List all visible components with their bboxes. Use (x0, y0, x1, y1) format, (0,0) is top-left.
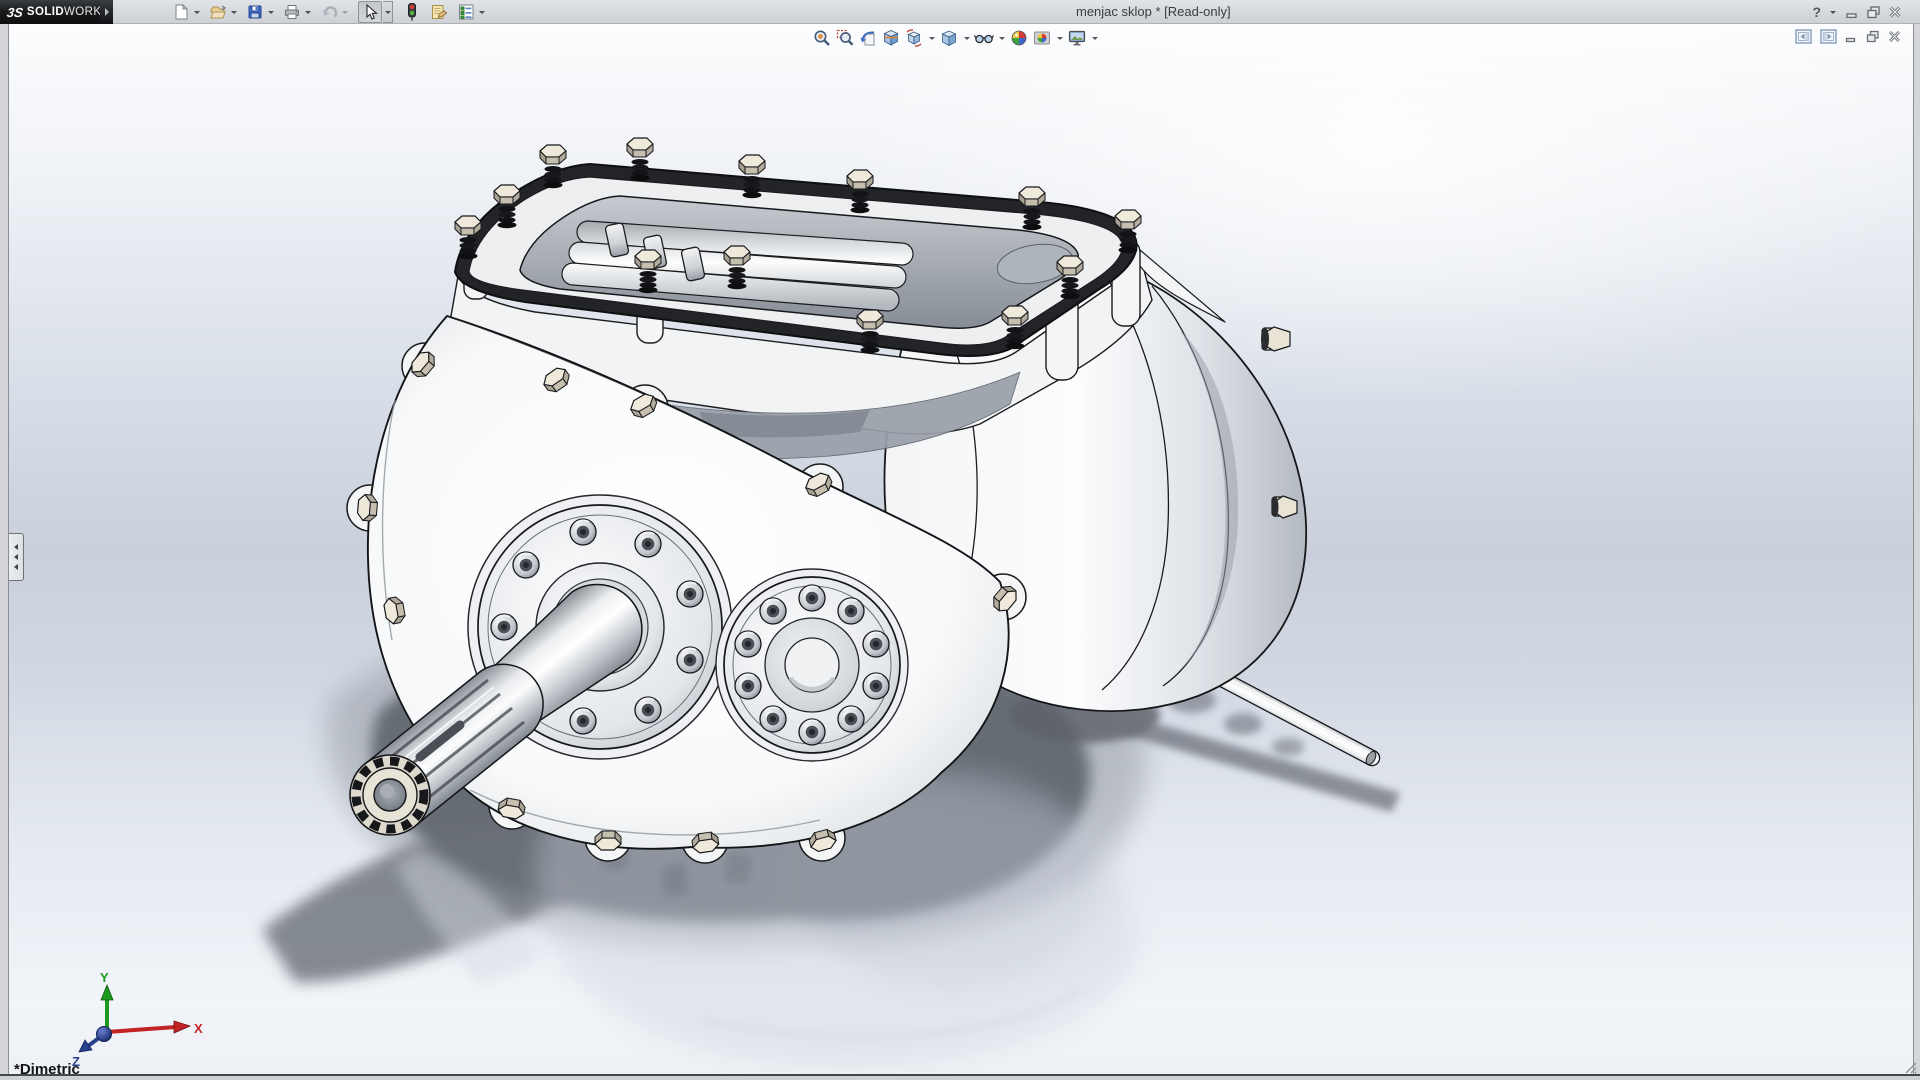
previous-view-button[interactable] (858, 28, 878, 48)
select-cursor-icon (363, 4, 378, 20)
apply-scene-icon (1033, 29, 1051, 47)
resize-grip[interactable] (1904, 1061, 1918, 1075)
document-window-controls (1795, 29, 1901, 44)
close-document-button[interactable] (1888, 30, 1901, 43)
save-button[interactable] (245, 2, 265, 22)
eyeglasses-icon (974, 29, 994, 47)
display-style-button[interactable] (939, 28, 959, 48)
select-tool-group (357, 1, 399, 23)
print-dropdown[interactable] (303, 2, 313, 22)
drain-plug (1261, 327, 1290, 351)
zoom-to-fit-button[interactable] (812, 28, 832, 48)
restore-document-button[interactable] (1866, 30, 1880, 43)
view-settings-icon (1068, 29, 1086, 47)
minimize-document-button[interactable] (1845, 30, 1858, 43)
level-plug (1272, 496, 1298, 518)
view-cube-icon (905, 29, 923, 47)
display-style-dropdown[interactable] (962, 29, 971, 47)
section-view-icon (882, 29, 900, 47)
view-orientation-button[interactable] (904, 28, 924, 48)
zoom-area-icon (836, 29, 854, 47)
save-floppy-icon (247, 4, 263, 20)
restore-button[interactable] (1866, 5, 1881, 19)
hide-show-items-button[interactable] (974, 28, 994, 48)
logo-3s-glyph: 3S (6, 5, 24, 20)
view-orientation-dropdown[interactable] (927, 29, 936, 47)
model-canvas[interactable]: Y X Z (9, 24, 1915, 1074)
printer-icon (284, 4, 300, 20)
options-checklist-icon (458, 4, 475, 20)
close-button[interactable] (1888, 5, 1902, 19)
solidworks-logo: 3S SOLIDWORKS (0, 0, 100, 24)
open-dropdown[interactable] (229, 2, 239, 22)
file-properties-button[interactable] (429, 2, 449, 22)
select-tool-button[interactable] (358, 1, 382, 23)
graphics-viewport[interactable]: Y X Z *Dimetric (8, 24, 1914, 1074)
help-button[interactable]: ? (1812, 4, 1821, 20)
toggle-right-pane-button[interactable] (1820, 29, 1837, 44)
help-dropdown[interactable] (1828, 2, 1838, 22)
undo-arrow-icon (321, 4, 338, 20)
file-properties-icon (431, 4, 448, 20)
zoom-to-area-button[interactable] (835, 28, 855, 48)
options-button[interactable] (456, 2, 476, 22)
apply-scene-button[interactable] (1032, 28, 1052, 48)
heads-up-view-toolbar (812, 28, 1099, 48)
chevron-left-icon (14, 554, 18, 560)
chevron-left-icon (14, 544, 18, 550)
options-dropdown[interactable] (477, 2, 487, 22)
window-title: menjac sklop * [Read-only] (1076, 0, 1231, 24)
undo-button[interactable] (319, 2, 339, 22)
edit-appearance-button[interactable] (1009, 28, 1029, 48)
new-document-dropdown[interactable] (192, 2, 202, 22)
minimize-button[interactable] (1845, 5, 1859, 19)
display-style-cube-icon (940, 29, 958, 47)
output-bearing-cover (716, 569, 908, 761)
reference-triad: Y X Z (72, 970, 203, 1069)
select-tool-dropdown[interactable] (383, 1, 393, 23)
view-settings-dropdown[interactable] (1090, 29, 1099, 47)
appearance-ball-icon (1010, 29, 1028, 47)
traffic-light-icon (406, 3, 418, 21)
triad-y-label: Y (100, 970, 109, 985)
triad-x-label: X (194, 1021, 203, 1036)
open-button[interactable] (208, 2, 228, 22)
print-button[interactable] (282, 2, 302, 22)
menu-expand-button[interactable] (100, 0, 113, 24)
section-view-button[interactable] (881, 28, 901, 48)
status-bar (0, 1076, 1920, 1080)
new-document-icon (173, 4, 189, 20)
open-folder-icon (210, 4, 226, 20)
standard-toolbar (170, 0, 492, 24)
chevron-right-icon (105, 8, 109, 16)
toggle-left-pane-button[interactable] (1795, 29, 1812, 44)
splined-tip (350, 755, 430, 835)
window-controls: ? (1812, 0, 1902, 24)
previous-view-icon (859, 29, 877, 47)
new-document-button[interactable] (171, 2, 191, 22)
undo-dropdown[interactable] (340, 2, 350, 22)
hide-show-items-dropdown[interactable] (997, 29, 1006, 47)
chevron-left-icon (14, 564, 18, 570)
title-bar: 3S SOLIDWORKS (0, 0, 1920, 24)
rebuild-button[interactable] (402, 2, 422, 22)
featuremanager-collapsed-tab[interactable] (9, 533, 24, 581)
zoom-fit-icon (813, 29, 831, 47)
view-settings-button[interactable] (1067, 28, 1087, 48)
apply-scene-dropdown[interactable] (1055, 29, 1064, 47)
save-dropdown[interactable] (266, 2, 276, 22)
